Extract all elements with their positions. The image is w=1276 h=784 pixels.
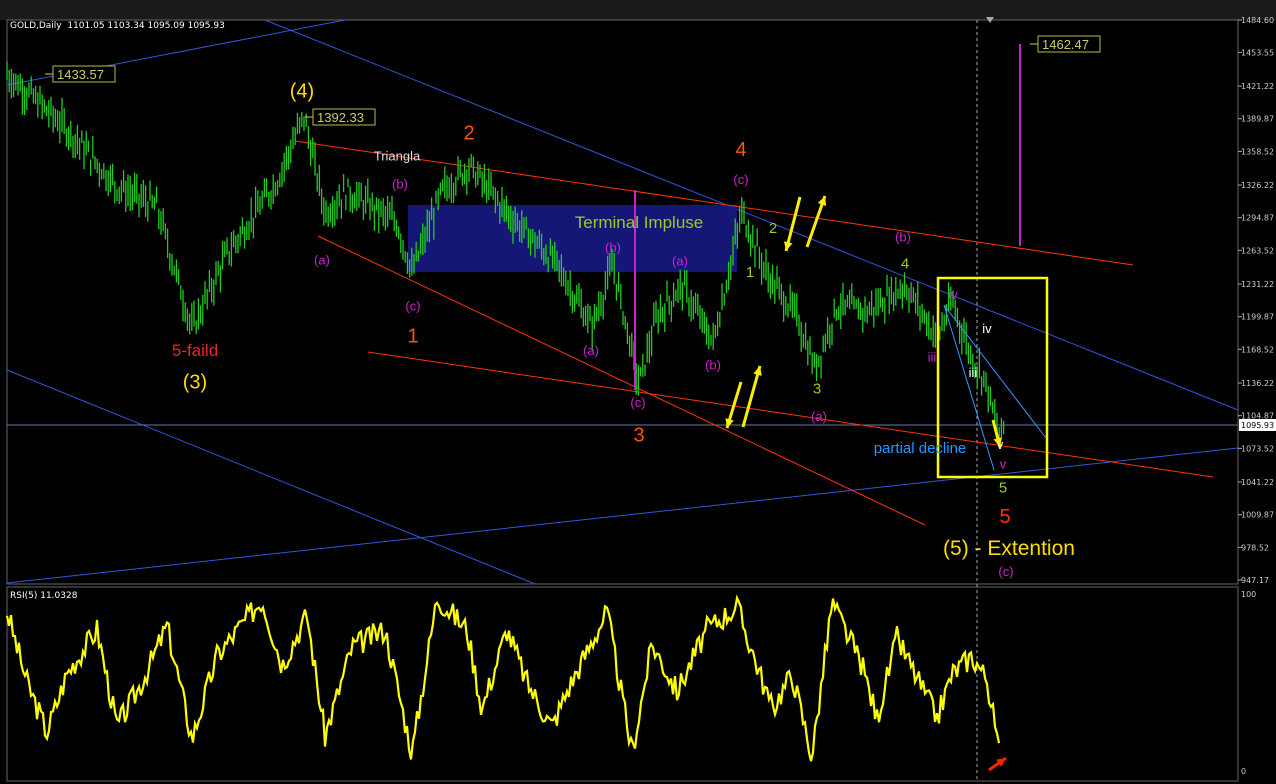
price-axis-label: 1199.87 (1241, 313, 1274, 322)
price-axis-label: 1326.22 (1241, 181, 1274, 190)
wave-label: 2 (463, 122, 474, 144)
wave-label: i (910, 287, 913, 302)
wave-label: (c) (998, 564, 1013, 579)
price-axis-label: 1294.87 (1241, 214, 1274, 223)
rsi-axis-label: 0 (1241, 767, 1246, 776)
wave-label: partial decline (874, 440, 967, 457)
price-axis-label: 1073.52 (1241, 444, 1274, 453)
wave-label: Terminal Impluse (575, 213, 704, 232)
price-axis-label: 1358.52 (1241, 147, 1274, 156)
price-axis-label: 1421.22 (1241, 82, 1274, 91)
up-arrow-head (817, 196, 827, 206)
blue-trendline (6, 369, 536, 585)
wave-label: 3 (633, 425, 644, 447)
price-axis-label: 1041.22 (1241, 478, 1274, 487)
wave-label: 3 (813, 381, 821, 398)
wave-label: (c) (405, 298, 420, 313)
wave-label: iii (969, 365, 978, 380)
red-trendline (317, 235, 926, 526)
wave-label: (b) (605, 240, 621, 255)
price-axis-label: 1009.87 (1241, 511, 1274, 520)
price-chart[interactable]: 1484.60 1453.55 1421.22 1389.87 1358.52 1326.… (0, 0, 1276, 784)
wave-label: (b) (705, 358, 721, 373)
wave-label: 5 (999, 506, 1010, 528)
wave-label: (a) (811, 409, 827, 424)
wave-label: 5 (999, 480, 1007, 497)
symbol-header: GOLD,Daily 1101.05 1103.34 1095.09 1095.… (10, 21, 225, 31)
wave-label: (3) (183, 371, 207, 393)
wave-label: 4 (735, 139, 746, 161)
current-price-tag: 1095.93 (1241, 421, 1274, 430)
price-axis-label: 1453.55 (1241, 48, 1274, 57)
rsi-header: RSI(5) 11.0328 (10, 591, 78, 601)
wave-label: (c) (733, 172, 748, 187)
price-axis-label: 1389.87 (1241, 115, 1274, 124)
wave-label: (4) (290, 81, 314, 103)
price-axis-label: 947.17 (1241, 576, 1269, 585)
price-axis-label: 1484.60 (1241, 16, 1274, 25)
red-trendline (367, 351, 1214, 478)
wave-label: 5-faild (172, 341, 218, 360)
price-label: 1433.57 (57, 67, 104, 82)
wave-label: (b) (895, 230, 911, 245)
price-panel-frame (6, 19, 1239, 585)
price-label: 1392.33 (317, 110, 364, 125)
rsi-axis-label: 100 (1241, 590, 1256, 599)
blue-trendline (6, 447, 1239, 584)
wave-label: (5) - Extention (943, 537, 1075, 560)
wave-label: iv (948, 287, 958, 302)
price-axis-label: 1231.22 (1241, 280, 1274, 289)
wave-label: 4 (901, 256, 909, 273)
price-axis-label: 1168.52 (1241, 345, 1274, 354)
wave-label: 1 (407, 326, 418, 348)
wave-label: iv (982, 321, 992, 336)
wave-label: (a) (672, 253, 688, 268)
wave-label: iii (928, 349, 937, 364)
price-axis-label: 978.52 (1241, 543, 1269, 552)
wave-label: (a) (583, 343, 599, 358)
wave-label: (b) (392, 176, 408, 191)
wave-label: Triangla (374, 148, 421, 163)
price-axis-label: 1136.22 (1241, 379, 1274, 388)
wave-label: (a) (314, 252, 330, 267)
price-axis-label: 1263.52 (1241, 246, 1274, 255)
rsi-line (5, 594, 1001, 762)
wave-label: (c) (630, 395, 645, 410)
wave-label: v (1000, 457, 1007, 472)
price-label: 1462.47 (1042, 37, 1089, 52)
wave-label: v (997, 437, 1004, 452)
wave-label: 2 (769, 220, 777, 237)
up-arrow (741, 365, 762, 428)
wave-label: 1 (746, 264, 754, 281)
